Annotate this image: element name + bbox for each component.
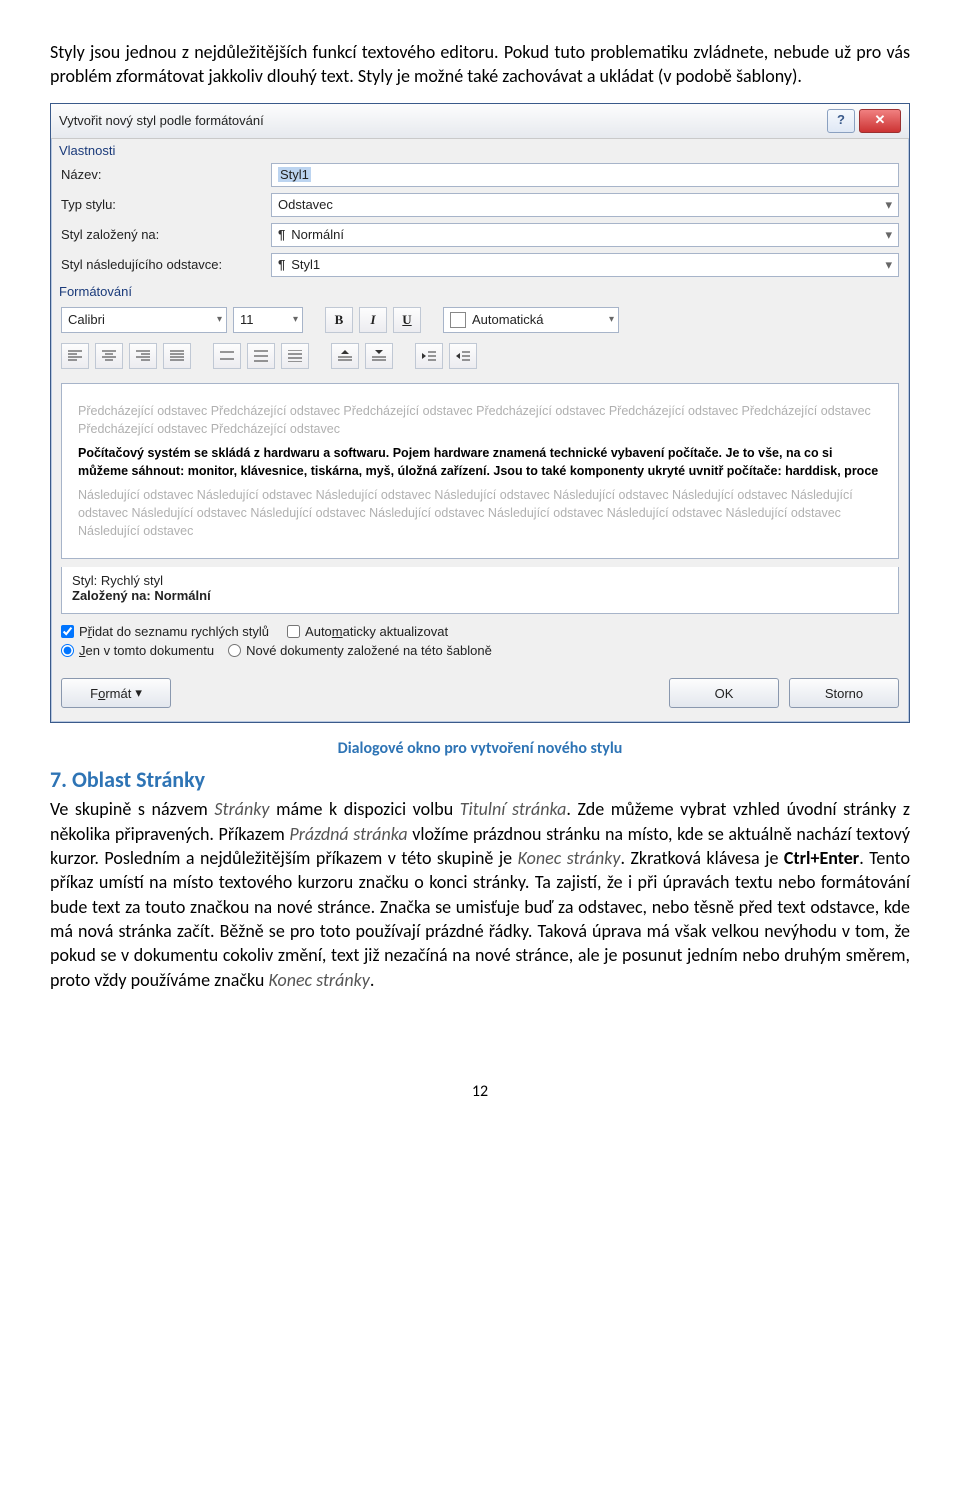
align-justify-button[interactable] (163, 343, 191, 369)
auto-update-checkbox[interactable]: Automaticky aktualizovat (287, 624, 448, 639)
indent-decrease-button[interactable] (415, 343, 443, 369)
name-label: Název: (61, 167, 271, 182)
type-select[interactable]: Odstavec (271, 193, 899, 217)
font-color-combo[interactable]: Automatická (443, 307, 619, 333)
align-center-button[interactable] (95, 343, 123, 369)
type-label: Typ stylu: (61, 197, 271, 212)
line-spacing-2-button[interactable] (281, 343, 309, 369)
dialog-title: Vytvořit nový styl podle formátování (59, 113, 827, 128)
preview-ghost-after: Následující odstavec Následující odstave… (78, 486, 882, 540)
bold-button[interactable]: B (325, 307, 353, 333)
align-right-button[interactable] (129, 343, 157, 369)
ok-button[interactable]: OK (669, 678, 779, 708)
format-toolbar-2 (51, 341, 909, 377)
new-documents-radio[interactable]: Nové dokumenty založené na této šabloně (228, 643, 492, 658)
help-button[interactable]: ? (827, 109, 855, 133)
new-documents-input[interactable] (228, 644, 241, 657)
indent-increase-button[interactable] (449, 343, 477, 369)
preview-ghost-before: Předcházející odstavec Předcházející ods… (78, 402, 882, 438)
section-heading: 7. Oblast Stránky (50, 766, 910, 793)
font-name-combo[interactable]: Calibri (61, 307, 227, 333)
following-style-select[interactable]: ¶Styl1 (271, 253, 899, 277)
based-on-label: Styl založený na: (61, 227, 271, 242)
auto-update-input[interactable] (287, 625, 300, 638)
body-paragraph: Ve skupině s názvem Stránky máme k dispo… (50, 797, 910, 991)
add-to-quick-styles-input[interactable] (61, 625, 74, 638)
style-info-box: Styl: Rychlý styl Založený na: Normální (61, 567, 899, 614)
chevron-down-icon: ▾ (135, 685, 142, 701)
italic-button[interactable]: I (359, 307, 387, 333)
based-on-select[interactable]: ¶Normální (271, 223, 899, 247)
space-before-decrease-button[interactable] (365, 343, 393, 369)
font-size-combo[interactable]: 11 (233, 307, 303, 333)
preview-sample-text: Počítačový systém se skládá z hardwaru a… (78, 444, 882, 480)
only-this-document-input[interactable] (61, 644, 74, 657)
name-input[interactable]: Styl1 (271, 163, 899, 187)
align-left-button[interactable] (61, 343, 89, 369)
section-format: Formátování (51, 280, 909, 301)
add-to-quick-styles-checkbox[interactable]: Přidat do seznamu rychlých stylů (61, 624, 269, 639)
intro-paragraph: Styly jsou jednou z nejdůležitějších fun… (50, 40, 910, 89)
page-number: 12 (50, 1082, 910, 1101)
format-toolbar-1: Calibri 11 B I U Automatická (51, 301, 909, 341)
space-before-increase-button[interactable] (331, 343, 359, 369)
following-style-label: Styl následujícího odstavce: (61, 257, 271, 272)
style-preview: Předcházející odstavec Předcházející ods… (61, 383, 899, 560)
figure-caption: Dialogové okno pro vytvoření nového styl… (50, 739, 910, 758)
close-button[interactable]: ✕ (859, 109, 901, 133)
line-spacing-15-button[interactable] (247, 343, 275, 369)
only-this-document-radio[interactable]: Jen v tomto dokumentu (61, 643, 214, 658)
section-properties: Vlastnosti (51, 139, 909, 160)
new-style-dialog: Vytvořit nový styl podle formátování ? ✕… (50, 103, 910, 724)
format-button[interactable]: Formát ▾ (61, 678, 171, 708)
line-spacing-1-button[interactable] (213, 343, 241, 369)
style-info-line-1: Styl: Rychlý styl (72, 573, 888, 588)
underline-button[interactable]: U (393, 307, 421, 333)
style-info-line-2: Založený na: Normální (72, 588, 888, 603)
cancel-button[interactable]: Storno (789, 678, 899, 708)
dialog-titlebar: Vytvořit nový styl podle formátování ? ✕ (51, 104, 909, 139)
